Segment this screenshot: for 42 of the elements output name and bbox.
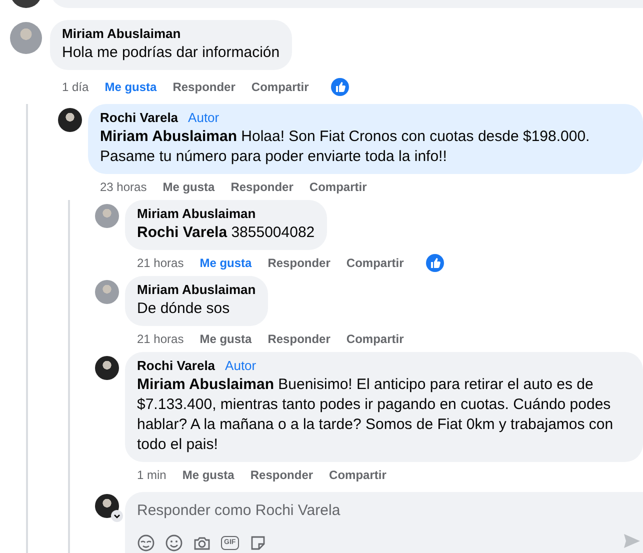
comment-text: Miriam Abuslaiman Buenisimo! El anticipo para retirar el auto es de $7.133.400, mientras tanto podes ir pagando en cuotas. Cuándo podes hablar? A la mañana o a la tarde? Somos de Fiat 0km y trabajamos con todo el pais! bbox=[137, 375, 614, 455]
author-name[interactable]: Miriam Abuslaiman bbox=[137, 282, 256, 297]
avatar-photo[interactable] bbox=[58, 108, 82, 132]
share-link[interactable]: Compartir bbox=[251, 80, 309, 94]
emoji-icon[interactable] bbox=[165, 534, 183, 552]
avatar-photo[interactable] bbox=[95, 356, 119, 380]
share-link[interactable]: Compartir bbox=[346, 332, 404, 346]
comment-text: De dónde sos bbox=[137, 299, 231, 319]
reply-link[interactable]: Responder bbox=[268, 332, 330, 346]
like-link[interactable]: Me gusta bbox=[182, 468, 234, 482]
comment-text: Rochi Varela 3855004082 bbox=[137, 223, 315, 243]
share-link[interactable]: Compartir bbox=[309, 180, 367, 194]
comment-text: Hola me podrías dar información bbox=[62, 43, 280, 63]
comment-time[interactable]: 1 día bbox=[62, 80, 89, 94]
author-name[interactable]: Miriam Abuslaiman bbox=[62, 26, 181, 41]
comment-time[interactable]: 21 horas bbox=[137, 256, 184, 270]
like-link[interactable]: Me gusta bbox=[200, 256, 252, 270]
like-reaction-icon[interactable] bbox=[330, 78, 349, 96]
author-label: Autor bbox=[225, 358, 256, 373]
comment-time[interactable]: 21 horas bbox=[137, 332, 184, 346]
like-link[interactable]: Me gusta bbox=[200, 332, 252, 346]
avatar-sticker-icon[interactable] bbox=[137, 534, 155, 552]
reply-link[interactable]: Responder bbox=[268, 256, 330, 270]
share-link[interactable]: Compartir bbox=[346, 256, 404, 270]
reply-input[interactable]: Responder como Rochi Varela bbox=[137, 502, 631, 519]
chevron-icon[interactable] bbox=[111, 510, 123, 522]
comment-time[interactable]: 23 horas bbox=[100, 180, 147, 194]
sticker-icon[interactable] bbox=[248, 534, 267, 552]
share-link[interactable]: Compartir bbox=[329, 468, 386, 482]
like-link[interactable]: Me gusta bbox=[104, 80, 157, 94]
comment-text: Miriam Abuslaiman Holaa! Son Fiat Cronos con cuotas desde $198.000. Pasame tu número para poder enviarte toda la info!! bbox=[100, 127, 591, 167]
author-name[interactable]: Rochi Varela bbox=[100, 110, 178, 125]
like-link[interactable]: Me gusta bbox=[162, 180, 215, 194]
comment-time[interactable]: 1 min bbox=[137, 468, 166, 482]
author-name[interactable]: Rochi Varela bbox=[137, 358, 216, 373]
avatar-photo bbox=[95, 494, 119, 518]
author-name[interactable]: Miriam Abuslaiman bbox=[137, 206, 256, 221]
author-label: Autor bbox=[188, 110, 220, 125]
reply-link[interactable]: Responder bbox=[172, 80, 236, 94]
reply-link[interactable]: Responder bbox=[250, 468, 314, 482]
reply-link[interactable]: Responder bbox=[230, 180, 294, 194]
like-reaction-icon[interactable] bbox=[426, 254, 444, 272]
